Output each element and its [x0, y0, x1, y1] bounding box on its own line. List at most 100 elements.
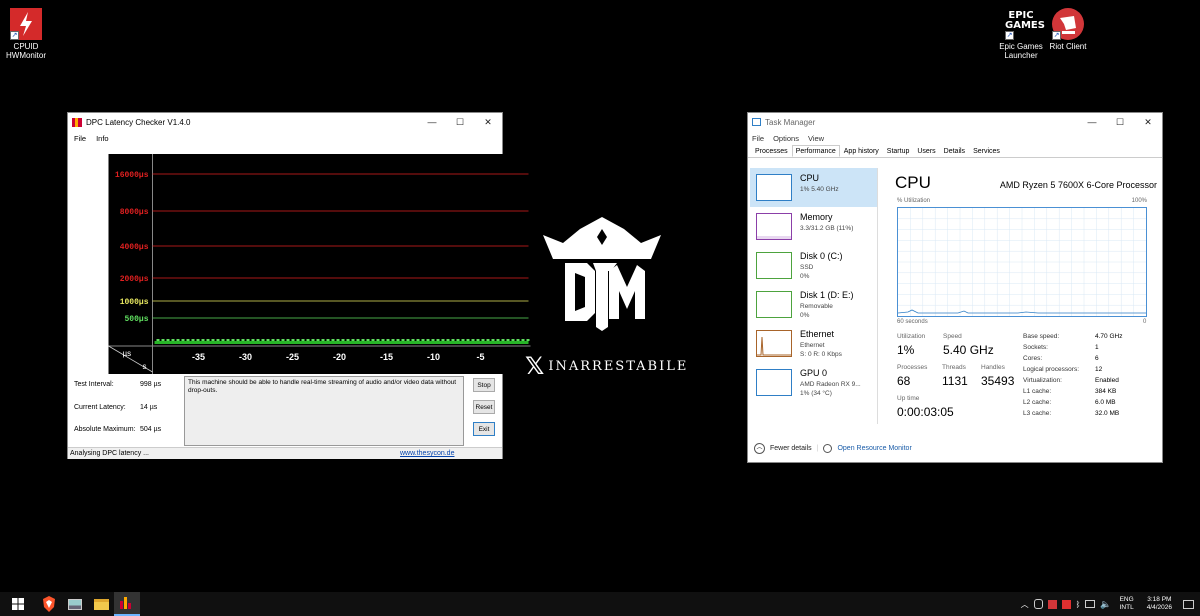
latency-bar [441, 339, 445, 341]
show-hidden-icons-icon[interactable]: ︿ [1021, 599, 1029, 610]
menu-info[interactable]: Info [96, 134, 109, 143]
y-axis-label: 16000µs [115, 171, 149, 180]
maximize-button[interactable]: ☐ [1106, 113, 1134, 131]
spec-value: 6.0 MB [1095, 399, 1116, 406]
latency-bar [366, 339, 370, 341]
spec-value: Enabled [1095, 377, 1119, 384]
processes-value: 68 [897, 374, 911, 388]
tab-details[interactable]: Details [940, 145, 969, 157]
taskbar-app[interactable] [62, 592, 88, 616]
tab-services[interactable]: Services [969, 145, 1004, 157]
fewer-details-link[interactable]: Fewer details [770, 445, 812, 452]
sidebar-item-ethernet[interactable]: Ethernet Ethernet S: 0 R: 0 Kbps [750, 324, 877, 363]
sidebar-item-disk1[interactable]: Disk 1 (D: E:) Removable 0% [750, 285, 877, 324]
utilization-value: 1% [897, 343, 915, 357]
latency-bar [466, 339, 470, 341]
sidebar-item-name: Disk 1 (D: E:) [800, 290, 854, 300]
latency-bar [426, 339, 430, 341]
sidebar-item-disk0[interactable]: Disk 0 (C:) SSD 0% [750, 246, 877, 285]
spec-label: L3 cache: [1023, 410, 1052, 417]
start-button[interactable] [0, 592, 36, 616]
latency-bar [291, 339, 295, 341]
tm-menubar: File Options View [748, 131, 1162, 145]
latency-bar [406, 339, 410, 341]
tab-performance[interactable]: Performance [791, 145, 840, 157]
speed-value: 5.40 GHz [943, 343, 994, 357]
cpu-model: AMD Ryzen 5 7600X 6-Core Processor [999, 180, 1157, 190]
dpc-menubar: File Info [68, 131, 502, 146]
processes-label: Processes [897, 364, 928, 371]
maximize-button[interactable]: ☐ [446, 113, 474, 131]
close-button[interactable]: ✕ [474, 113, 502, 131]
latency-bar [256, 339, 260, 341]
menu-view[interactable]: View [808, 134, 824, 143]
reset-button[interactable]: Reset [473, 400, 495, 414]
taskbar-brave[interactable] [36, 592, 62, 616]
language-indicator[interactable]: ENG INTL [1120, 596, 1134, 612]
exit-button[interactable]: Exit [473, 422, 495, 436]
notifications-icon[interactable] [1183, 599, 1194, 609]
taskbar-file-explorer[interactable] [88, 592, 114, 616]
sidebar-item-cpu[interactable]: CPU 1% 5.40 GHz [750, 168, 877, 207]
latency-bar [446, 339, 450, 341]
latency-bar [461, 339, 465, 341]
folder-icon [93, 598, 109, 610]
sidebar-item-sub2: 0% [800, 312, 810, 319]
y-axis-label: 500µs [124, 315, 148, 324]
desktop-icon-hwmonitor[interactable]: ↗ CPUID HWMonitor [0, 8, 58, 60]
clock[interactable]: 3:18 PM 4/4/2026 [1147, 596, 1172, 612]
clock-time: 3:18 PM [1147, 596, 1172, 603]
taskbar-dpc-latency[interactable] [114, 592, 140, 616]
latency-bar [391, 339, 395, 341]
open-resource-monitor-link[interactable]: Open Resource Monitor [837, 445, 911, 452]
tab-processes[interactable]: Processes [751, 145, 792, 157]
tm-titlebar[interactable]: Task Manager — ☐ ✕ [748, 113, 1162, 131]
dpc-titlebar[interactable]: DPC Latency Checker V1.4.0 — ☐ ✕ [68, 113, 502, 131]
spec-value: 32.0 MB [1095, 410, 1120, 417]
latency-bar [281, 339, 285, 341]
tray-app-icon[interactable] [1033, 599, 1043, 609]
thesycon-link[interactable]: www.thesycon.de [400, 448, 454, 459]
close-button[interactable]: ✕ [1134, 113, 1162, 131]
dpc-latency-window: DPC Latency Checker V1.4.0 — ☐ ✕ File In… [67, 112, 531, 459]
tab-startup[interactable]: Startup [883, 145, 914, 157]
minimize-button[interactable]: — [1078, 113, 1106, 131]
latency-bar [186, 339, 190, 341]
disk0-thumbnail [756, 252, 792, 279]
sidebar-item-name: Disk 0 (C:) [800, 251, 843, 261]
menu-options[interactable]: Options [773, 134, 799, 143]
amd-tray-icon[interactable] [1061, 599, 1071, 609]
menu-file[interactable]: File [752, 134, 764, 143]
graph-min-label: 0 [1143, 319, 1147, 325]
chevron-up-icon[interactable]: ︿ [754, 443, 765, 454]
latency-bar [396, 339, 400, 341]
threads-label: Threads [942, 364, 966, 371]
axis-corner-us: µs [123, 349, 132, 358]
network-icon[interactable] [1085, 600, 1096, 608]
latency-bar [341, 339, 345, 341]
tab-app-history[interactable]: App history [840, 145, 883, 157]
stop-button[interactable]: Stop [473, 378, 495, 392]
tab-users[interactable]: Users [913, 145, 939, 157]
desktop-icon-riot[interactable]: ↗ Riot Client [1036, 8, 1100, 51]
bluetooth-icon[interactable]: ᛒ [1076, 600, 1081, 609]
latency-bar [286, 339, 290, 341]
spec-label: Virtualization: [1023, 377, 1062, 384]
latency-bar [311, 339, 315, 341]
epic-games-icon: EPIC GAMES ↗ [1005, 8, 1045, 40]
latency-bar [241, 339, 245, 341]
sidebar-item-sub: Removable 0% [800, 302, 833, 320]
minimize-button[interactable]: — [418, 113, 446, 131]
latency-bar [506, 339, 510, 341]
volume-icon[interactable]: 🔈 [1100, 599, 1111, 610]
tm-footer: ︿ Fewer details | Open Resource Monitor [754, 443, 912, 454]
threads-value: 1131 [942, 374, 968, 388]
menu-file[interactable]: File [74, 134, 86, 143]
sidebar-item-memory[interactable]: Memory 3.3/31.2 GB (11%) [750, 207, 877, 246]
sidebar-item-gpu0[interactable]: GPU 0 AMD Radeon RX 9... 1% (34 °C) [750, 363, 877, 402]
memory-thumbnail [756, 213, 792, 240]
latency-bar [306, 339, 310, 341]
riot-tray-icon[interactable] [1047, 599, 1057, 609]
sidebar-item-sub: AMD Radeon RX 9... 1% (34 °C) [800, 380, 861, 398]
desktop-icon-label: Riot Client [1049, 42, 1087, 51]
